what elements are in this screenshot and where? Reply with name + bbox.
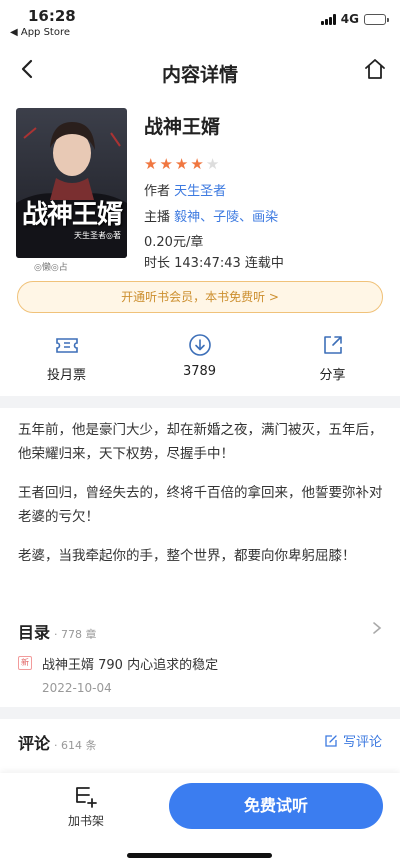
chapter-date: 2022-10-04 (42, 681, 112, 695)
write-comment-label: 写评论 (342, 735, 382, 750)
monthly-ticket-label: 投月票 (46, 368, 86, 383)
signal-icon (320, 13, 336, 25)
rating-stars: ★ ★ ★ ★ ★ (144, 155, 219, 173)
action-row: 投月票 3789 分享 (0, 332, 400, 384)
comments-header: 评论 · 614 条 (18, 730, 97, 754)
new-badge: 新 (18, 656, 32, 670)
comments-section: 评论 · 614 条 写评论 (0, 730, 400, 760)
latest-chapter[interactable]: 战神王婿 790 内心追求的稳定 (42, 654, 218, 673)
book-title: 战神王婿 (144, 116, 221, 138)
monthly-ticket-button[interactable]: 投月票 (0, 332, 133, 384)
anchor-links[interactable]: 毅神、子陵、画染 (174, 210, 278, 225)
share-button[interactable]: 分享 (266, 332, 399, 384)
home-indicator (127, 853, 272, 858)
ticket-icon (55, 338, 78, 353)
chapter-count: · 778 章 (54, 628, 97, 641)
back-to-app-store-link[interactable]: ◀ App Store (10, 27, 70, 38)
add-to-shelf-button[interactable]: 加书架 (58, 785, 114, 829)
edit-icon (325, 734, 337, 747)
download-button[interactable]: 3789 (133, 332, 266, 384)
bookshelf-add-icon (76, 787, 97, 808)
description-paragraph: 王者回归，曾经失去的，终将千百倍的拿回来，他誓要弥补对老婆的亏欠！ (18, 485, 383, 525)
status-bar: 16:28 ◀ App Store 4G (0, 0, 400, 44)
catalog-section[interactable]: 目录 · 778 章 新 战神王婿 790 内心追求的稳定 2022-10-04 (0, 619, 400, 703)
cover-author: 天生圣者◎著 (74, 231, 121, 240)
anchor-row: 主播 毅神、子陵、画染 (144, 206, 278, 225)
add-to-shelf-label: 加书架 (67, 814, 104, 828)
share-label: 分享 (319, 368, 346, 383)
anchor-label: 主播 (144, 210, 171, 225)
comments-title: 评论 (18, 734, 51, 753)
star-icon: ★ (190, 155, 204, 173)
duration-status: 时长 143:47:43 连载中 (144, 256, 284, 271)
price: 0.20元/章 (144, 235, 204, 250)
star-icon: ★ (205, 155, 220, 173)
status-indicators: 4G (320, 12, 389, 26)
home-icon (365, 59, 385, 79)
vip-membership-banner[interactable]: 开通听书会员，本书免费听 > (17, 281, 383, 313)
download-icon (188, 334, 211, 356)
description-paragraph: 老婆，当我牵起你的手，整个世界，都要向你卑躬屈膝！ (18, 548, 356, 564)
comment-count: · 614 条 (54, 739, 97, 752)
share-icon (323, 336, 342, 354)
catalog-header: 目录 · 778 章 (18, 619, 97, 643)
star-icon: ★ (144, 155, 158, 173)
star-icon: ★ (159, 155, 173, 173)
write-comment-button[interactable]: 写评论 (324, 731, 382, 750)
page-title: 内容详情 (161, 64, 238, 86)
network-type: 4G (340, 12, 359, 26)
chevron-right-icon[interactable] (372, 621, 382, 639)
download-count: 3789 (182, 364, 217, 379)
nav-bar: 内容详情 (0, 48, 400, 94)
cover-title: 战神王婿 (22, 200, 123, 230)
book-description: 五年前，他是豪门大少，却在新婚之夜，满门被灭，五年后，他荣耀归来，天下权势，尽握… (18, 418, 384, 583)
description-paragraph: 五年前，他是豪门大少，却在新婚之夜，满门被灭，五年后，他荣耀归来，天下权势，尽握… (18, 422, 383, 462)
status-time: 16:28 (28, 7, 76, 25)
cover-publisher-logo: ◎懒◎占 (34, 263, 68, 273)
author-link[interactable]: 天生圣者 (174, 184, 226, 199)
section-divider (0, 396, 400, 408)
free-trial-button[interactable]: 免费试听 (169, 783, 383, 829)
catalog-title: 目录 (18, 623, 51, 642)
battery-icon (364, 13, 389, 25)
author-label: 作者 (144, 184, 171, 199)
star-icon: ★ (174, 155, 189, 173)
bottom-bar: 加书架 免费试听 (0, 773, 400, 865)
book-cover[interactable]: 战神王婿 天生圣者◎著 (16, 108, 127, 258)
section-divider (0, 707, 400, 719)
home-button[interactable] (360, 54, 390, 84)
author-row: 作者 天生圣者 (144, 180, 226, 199)
